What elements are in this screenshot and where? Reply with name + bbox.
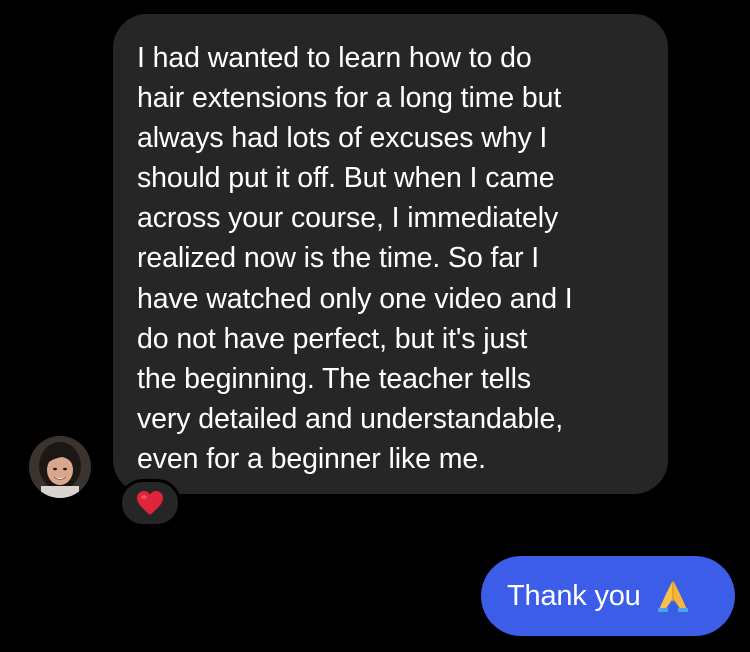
red-heart-icon [137, 491, 163, 515]
reaction-badge[interactable] [119, 479, 181, 527]
message-line: I had wanted to learn how to do [137, 42, 532, 74]
message-line: even for a beginner like me. [137, 442, 486, 475]
message-thread: I had wanted to learn how to do hair ext… [0, 0, 750, 652]
message-line: should put it off. But when I came [137, 162, 555, 195]
incoming-message-bubble[interactable]: I had wanted to learn how to do hair ext… [113, 14, 668, 494]
message-line: the beginning. The teacher tells [137, 362, 531, 395]
message-line: across your course, I immediately [137, 202, 559, 235]
message-line: do not have perfect, but it's just [137, 322, 528, 355]
message-line: realized now is the time. So far I [137, 242, 540, 275]
outgoing-message-text: Thank you [507, 579, 641, 612]
message-line: very detailed and understandable, [137, 402, 564, 435]
outgoing-message-bubble[interactable]: Thank you [481, 556, 735, 636]
folded-hands-icon [655, 578, 691, 614]
incoming-message-text: I had wanted to learn how to do hair ext… [137, 38, 642, 479]
profile-photo-icon [29, 436, 91, 498]
message-line: always had lots of excuses why I [137, 122, 548, 155]
message-line: hair extensions for a long time but [137, 82, 562, 115]
message-line: have watched only one video and I [137, 282, 573, 315]
sender-avatar[interactable] [29, 436, 91, 498]
